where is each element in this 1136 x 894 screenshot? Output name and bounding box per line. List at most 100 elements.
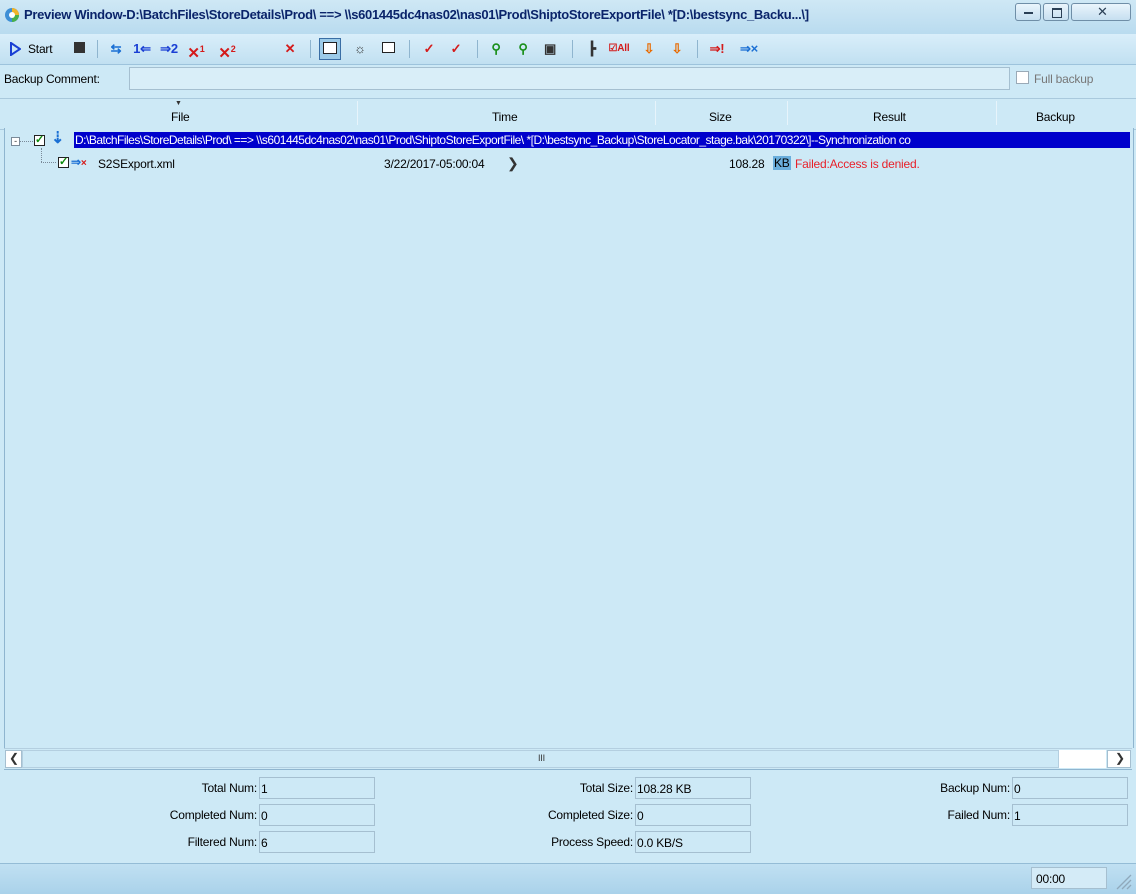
error-next-button[interactable]: ⇒! bbox=[706, 40, 728, 58]
toolbar-separator bbox=[572, 40, 573, 58]
check-mark-icon: ✓ bbox=[423, 41, 435, 56]
toolbar-separator bbox=[477, 40, 478, 58]
close-button[interactable]: ✕ bbox=[1071, 3, 1131, 21]
copy-right-icon: ⇒2 bbox=[160, 41, 178, 56]
delete-icon: ✕ bbox=[284, 41, 296, 56]
total-size-value: 108.28 KB bbox=[635, 777, 751, 799]
delete-two-icon: ✕2 bbox=[218, 44, 236, 62]
delete-right-button[interactable]: ✕2 bbox=[215, 40, 239, 62]
minimize-button[interactable] bbox=[1015, 3, 1041, 21]
sync-both-icon: ⇆ bbox=[110, 41, 122, 56]
sync-right-button[interactable]: ⇒2 bbox=[158, 40, 180, 58]
sync-failed-icon: ⇒× bbox=[71, 155, 87, 169]
sort-indicator-icon: ▼ bbox=[175, 100, 182, 107]
check-button[interactable]: ✓ bbox=[418, 40, 440, 58]
maximize-icon bbox=[1052, 8, 1062, 18]
process-speed-value: 0.0 KB/S bbox=[635, 831, 751, 853]
backup-comment-label: Backup Comment: bbox=[4, 72, 100, 86]
move-down-alt-button[interactable]: ⇩ bbox=[666, 40, 688, 58]
sync-left-button[interactable]: 1⇐ bbox=[131, 40, 153, 58]
backup-num-value: 0 bbox=[1012, 777, 1128, 799]
scroll-track[interactable] bbox=[1059, 750, 1106, 768]
copy-left-icon: 1⇐ bbox=[133, 41, 151, 56]
view-button[interactable] bbox=[319, 38, 341, 60]
delete-button[interactable]: ✕ bbox=[282, 40, 298, 58]
process-speed-label: Process Speed: bbox=[551, 835, 633, 849]
scroll-right-button[interactable]: ❯ bbox=[1107, 750, 1131, 768]
column-backup[interactable]: Backup bbox=[1036, 110, 1075, 124]
download-arrow-icon: ⇣ bbox=[51, 130, 65, 147]
item-result: Failed:Access is denied. bbox=[795, 157, 920, 171]
tree-line bbox=[41, 162, 56, 163]
column-file[interactable]: File bbox=[171, 110, 190, 124]
select-all-button[interactable]: ☑All bbox=[608, 40, 630, 58]
move-down-button[interactable]: ⇩ bbox=[638, 40, 660, 58]
column-time[interactable]: Time bbox=[492, 110, 518, 124]
find-button[interactable]: ▣ bbox=[539, 40, 561, 58]
completed-size-value: 0 bbox=[635, 804, 751, 826]
chevron-right-icon: ❯ bbox=[507, 155, 519, 171]
start-label: Start bbox=[28, 42, 53, 56]
stop-button[interactable] bbox=[74, 42, 86, 54]
completed-size-label: Completed Size: bbox=[547, 808, 633, 822]
total-num-value: 1 bbox=[259, 777, 375, 799]
root-path: D:\BatchFiles\StoreDetails\Prod\ ==> \\s… bbox=[75, 133, 911, 147]
find-first-button[interactable]: ⚲ bbox=[485, 40, 507, 58]
tree-icon: ┣ bbox=[588, 41, 596, 56]
error-clear-button[interactable]: ⇒× bbox=[738, 40, 760, 58]
item-time: 3/22/2017-05:00:04 bbox=[384, 157, 485, 171]
search-document-icon: ▣ bbox=[543, 41, 557, 56]
full-backup-checkbox[interactable] bbox=[1016, 71, 1029, 84]
root-row-selection[interactable]: D:\BatchFiles\StoreDetails\Prod\ ==> \\s… bbox=[74, 132, 1130, 148]
view-filter-button[interactable]: ☼ bbox=[350, 40, 370, 58]
arrow-down-box-icon: ⇩ bbox=[643, 41, 655, 56]
search-one-icon: ⚲ bbox=[491, 41, 501, 56]
column-divider bbox=[996, 101, 997, 125]
scroll-left-button[interactable]: ❮ bbox=[5, 750, 22, 768]
check-hand-icon: ✓ bbox=[450, 41, 462, 56]
start-button[interactable]: Start bbox=[6, 39, 62, 59]
sync-both-button[interactable]: ⇆ bbox=[106, 40, 126, 58]
thumb-grip-icon: III bbox=[538, 753, 545, 763]
item-checkbox[interactable]: ✓ bbox=[58, 157, 69, 168]
file-list[interactable] bbox=[4, 128, 1134, 748]
column-divider bbox=[655, 101, 656, 125]
uncheck-button[interactable]: ✓ bbox=[445, 40, 467, 58]
toolbar-separator bbox=[697, 40, 698, 58]
toolbar-separator bbox=[97, 40, 98, 58]
close-icon: ✕ bbox=[1097, 4, 1108, 19]
maximize-button[interactable] bbox=[1043, 3, 1069, 21]
completed-num-label: Completed Num: bbox=[169, 808, 257, 822]
elapsed-timer: 00:00 bbox=[1031, 867, 1107, 889]
completed-num-value: 0 bbox=[259, 804, 375, 826]
status-bar bbox=[0, 863, 1136, 894]
minimize-icon bbox=[1024, 12, 1033, 14]
total-num-label: Total Num: bbox=[201, 781, 258, 795]
arrow-down-page-icon: ⇩ bbox=[671, 41, 683, 56]
scroll-thumb[interactable]: III bbox=[22, 750, 1059, 768]
arrow-exclaim-icon: ⇒! bbox=[709, 41, 725, 56]
play-icon bbox=[10, 42, 21, 56]
toolbar-separator bbox=[310, 40, 311, 58]
tree-view-button[interactable]: ┣ bbox=[582, 40, 602, 58]
item-size-unit: KB bbox=[773, 156, 791, 170]
eye-filter-icon: ☼ bbox=[354, 41, 366, 56]
view-list-button[interactable] bbox=[380, 40, 398, 58]
arrow-right-icon: ❯ bbox=[1115, 751, 1125, 765]
search-two-icon: ⚲ bbox=[518, 41, 528, 56]
failed-num-value: 1 bbox=[1012, 804, 1128, 826]
delete-left-button[interactable]: ✕1 bbox=[184, 40, 208, 62]
column-divider bbox=[787, 101, 788, 125]
item-name: S2SExport.xml bbox=[98, 157, 175, 171]
tree-collapse-toggle[interactable]: - bbox=[11, 137, 20, 146]
backup-comment-input[interactable] bbox=[129, 67, 1010, 90]
column-divider bbox=[357, 101, 358, 125]
view-icon bbox=[323, 42, 337, 54]
column-result[interactable]: Result bbox=[873, 110, 906, 124]
view-list-icon bbox=[382, 42, 395, 53]
find-second-button[interactable]: ⚲ bbox=[512, 40, 534, 58]
column-size[interactable]: Size bbox=[709, 110, 732, 124]
window-title: Preview Window-D:\BatchFiles\StoreDetail… bbox=[24, 7, 809, 22]
root-checkbox[interactable]: ✓ bbox=[34, 135, 45, 146]
item-size: 108.28 bbox=[729, 157, 765, 171]
